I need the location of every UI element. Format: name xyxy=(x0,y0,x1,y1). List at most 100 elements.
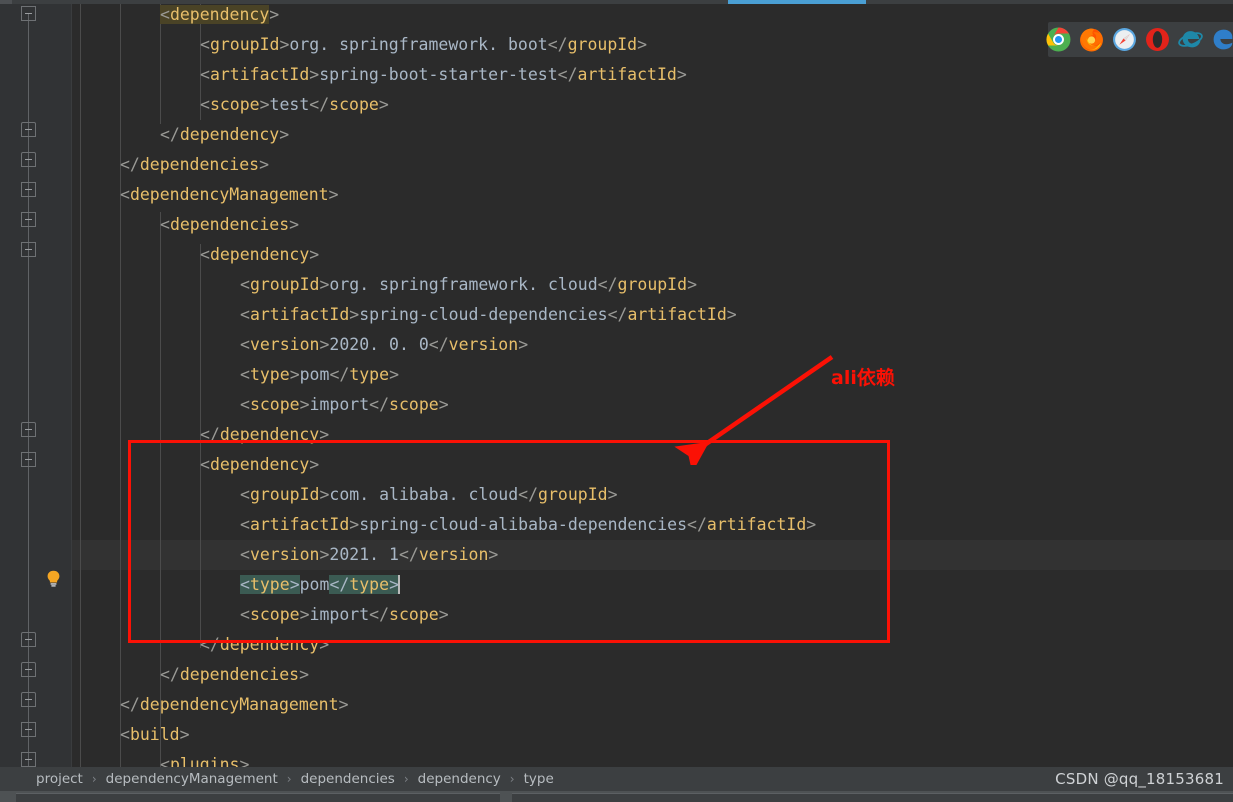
breadcrumb[interactable]: project › dependencyManagement › dependencie… xyxy=(0,767,1233,791)
fold-toggle-icon[interactable] xyxy=(21,662,36,677)
editor-gutter[interactable] xyxy=(0,4,72,769)
code-line[interactable]: <scope>import</scope> xyxy=(72,600,449,630)
code-token: </ xyxy=(160,665,180,684)
code-token: < xyxy=(240,275,250,294)
code-token: scope xyxy=(389,605,439,624)
code-token: > xyxy=(438,605,449,624)
code-line[interactable]: <dependency> xyxy=(72,4,279,30)
code-token: > xyxy=(299,605,310,624)
code-token: > xyxy=(319,335,330,354)
opera-icon[interactable] xyxy=(1145,27,1170,52)
breadcrumb-item-dependency[interactable]: dependency xyxy=(416,771,503,787)
fold-toggle-icon[interactable] xyxy=(21,212,36,227)
code-line[interactable]: <scope>import</scope> xyxy=(72,390,449,420)
code-line[interactable]: <groupId>org. springframework. boot</gro… xyxy=(72,30,647,60)
code-line[interactable]: <artifactId>spring-cloud-dependencies</a… xyxy=(72,300,737,330)
code-line[interactable]: <version>2020. 0. 0</version> xyxy=(72,330,528,360)
code-line[interactable]: <type>pom</type> xyxy=(72,570,400,600)
status-segment-left[interactable] xyxy=(16,793,500,802)
browser-launch-tray[interactable] xyxy=(1046,22,1233,57)
fold-toggle-icon[interactable] xyxy=(21,452,36,467)
code-token: > xyxy=(239,755,250,767)
code-line[interactable]: </dependency> xyxy=(72,630,329,660)
code-token: type xyxy=(349,365,390,384)
code-line[interactable]: </dependency> xyxy=(72,420,329,450)
code-token: dependency xyxy=(219,425,320,444)
code-line[interactable]: <plugins> xyxy=(72,750,249,767)
code-token: org. springframework. boot xyxy=(289,35,548,54)
code-token: > xyxy=(319,275,330,294)
safari-icon[interactable] xyxy=(1112,27,1137,52)
code-token: artifactId xyxy=(209,65,310,84)
code-token: > xyxy=(389,365,399,384)
breadcrumb-item-type[interactable]: type xyxy=(522,771,556,787)
fold-toggle-icon[interactable] xyxy=(21,692,36,707)
code-token: </ xyxy=(120,155,140,174)
lightbulb-icon[interactable] xyxy=(46,570,61,587)
code-token: < xyxy=(160,5,170,24)
code-token: scope xyxy=(209,95,260,114)
code-line[interactable]: </dependencyManagement> xyxy=(72,690,349,720)
code-token: < xyxy=(240,515,250,534)
code-token: dependencyManagement xyxy=(139,695,339,714)
code-token: > xyxy=(378,95,389,114)
code-token: > xyxy=(309,245,320,264)
code-line[interactable]: <groupId>org. springframework. cloud</gr… xyxy=(72,270,697,300)
code-token: > xyxy=(319,635,330,654)
code-token: org. springframework. cloud xyxy=(329,275,598,294)
code-token: > xyxy=(289,215,300,234)
fold-toggle-icon[interactable] xyxy=(21,182,36,197)
code-token: </ xyxy=(547,35,568,54)
code-token: > xyxy=(349,305,360,324)
chrome-icon[interactable] xyxy=(1046,27,1071,52)
code-token: dependency xyxy=(179,125,280,144)
code-line[interactable]: <scope>test</scope> xyxy=(72,90,389,120)
code-line[interactable]: <version>2021. 1</version> xyxy=(72,540,498,570)
breadcrumb-item-dependencymanagement[interactable]: dependencyManagement xyxy=(104,771,280,787)
ie-icon[interactable] xyxy=(1177,27,1203,52)
edge-icon[interactable] xyxy=(1211,27,1233,52)
code-token: > xyxy=(338,695,349,714)
fold-toggle-icon[interactable] xyxy=(21,752,36,767)
code-line[interactable]: <dependency> xyxy=(72,450,319,480)
code-line[interactable]: <dependencyManagement> xyxy=(72,180,339,210)
code-line[interactable]: <artifactId>spring-boot-starter-test</ar… xyxy=(72,60,687,90)
code-line[interactable]: <build> xyxy=(72,720,190,750)
fold-toggle-icon[interactable] xyxy=(21,122,36,137)
code-token: < xyxy=(160,215,170,234)
code-token: > xyxy=(259,155,270,174)
code-token: < xyxy=(240,365,250,384)
code-token: > xyxy=(289,575,300,594)
code-line[interactable]: <artifactId>spring-cloud-alibaba-depende… xyxy=(72,510,816,540)
code-token: </ xyxy=(120,695,140,714)
code-line[interactable]: <dependencies> xyxy=(72,210,299,240)
status-segment-right[interactable] xyxy=(512,793,1233,802)
code-token: > xyxy=(726,305,737,324)
fold-toggle-icon[interactable] xyxy=(21,632,36,647)
code-token: > xyxy=(279,35,290,54)
code-token: > xyxy=(518,335,529,354)
fold-toggle-icon[interactable] xyxy=(21,242,36,257)
code-line[interactable]: </dependency> xyxy=(72,120,289,150)
code-token: groupId xyxy=(617,275,688,294)
code-token: > xyxy=(637,35,648,54)
code-line[interactable]: <groupId>com. alibaba. cloud</groupId> xyxy=(72,480,618,510)
code-token: type xyxy=(249,575,290,594)
code-line[interactable]: <dependency> xyxy=(72,240,319,270)
code-token: scope xyxy=(329,95,379,114)
code-line[interactable]: </dependencies> xyxy=(72,660,309,690)
firefox-icon[interactable] xyxy=(1079,27,1104,52)
code-token: </ xyxy=(309,95,330,114)
code-line[interactable]: <type>pom</type> xyxy=(72,360,399,390)
code-token: artifactId xyxy=(577,65,677,84)
fold-toggle-icon[interactable] xyxy=(21,152,36,167)
code-line[interactable]: </dependencies> xyxy=(72,150,269,180)
breadcrumb-item-project[interactable]: project xyxy=(34,771,85,787)
fold-toggle-icon[interactable] xyxy=(21,422,36,437)
breadcrumb-item-dependencies[interactable]: dependencies xyxy=(299,771,397,787)
fold-toggle-icon[interactable] xyxy=(21,6,36,21)
ide-editor-screen: <dependency> <groupId>org. springframewor… xyxy=(0,0,1233,802)
code-editor-area[interactable]: <dependency> <groupId>org. springframewor… xyxy=(72,4,1233,767)
fold-toggle-icon[interactable] xyxy=(21,722,36,737)
code-token: artifactId xyxy=(706,515,807,534)
